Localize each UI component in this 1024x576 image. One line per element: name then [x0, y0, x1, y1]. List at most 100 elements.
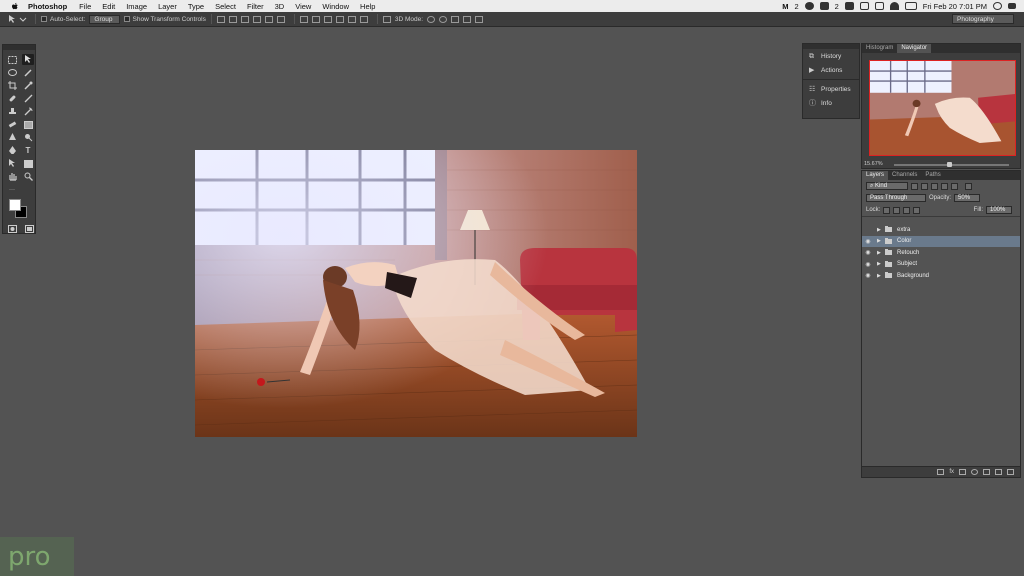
align-right-icon[interactable]	[276, 15, 285, 23]
navigator-thumbnail[interactable]	[869, 60, 1016, 156]
lock-transparent-icon[interactable]	[883, 206, 891, 214]
distribute-right-icon[interactable]	[359, 15, 368, 23]
pen-tool-icon[interactable]	[6, 145, 18, 156]
clone-stamp-tool-icon[interactable]	[6, 106, 18, 117]
expand-arrow-icon[interactable]: ▶	[877, 250, 883, 256]
distribute-hcenter-icon[interactable]	[347, 15, 356, 23]
wifi-icon[interactable]	[889, 2, 899, 10]
filter-shape-icon[interactable]	[941, 182, 948, 190]
spotlight-icon[interactable]	[993, 2, 1002, 10]
visibility-eye-icon[interactable]: ◉	[862, 270, 874, 281]
visibility-eye-icon[interactable]: ◉	[862, 236, 874, 247]
menu-layer[interactable]: Layer	[158, 2, 177, 11]
3d-rotate-icon[interactable]	[427, 15, 436, 23]
add-mask-icon[interactable]	[959, 469, 966, 475]
layer-row-color[interactable]: ◉ ▶ Color	[862, 235, 1020, 247]
menu-help[interactable]: Help	[360, 2, 375, 11]
align-hcenter-icon[interactable]	[264, 15, 273, 23]
fx-icon[interactable]: fx	[949, 469, 954, 475]
layer-row-subject[interactable]: ◉ ▶ Subject	[862, 259, 1020, 271]
move-tool-preset-icon[interactable]	[8, 14, 30, 25]
workspace-dropdown[interactable]: Photography	[952, 14, 1014, 24]
adjustment-layer-icon[interactable]	[971, 469, 978, 475]
3d-roll-icon[interactable]	[439, 15, 448, 23]
layer-row-extra[interactable]: ◉ ▶ extra	[862, 224, 1020, 236]
brush-tool-icon[interactable]	[22, 93, 34, 104]
visibility-eye-icon[interactable]: ◉	[862, 259, 874, 270]
status-m-icon[interactable]: M	[782, 2, 788, 11]
move-tool-icon[interactable]	[22, 54, 34, 65]
new-layer-icon[interactable]	[995, 469, 1002, 475]
eyedropper-tool-icon[interactable]	[22, 80, 34, 91]
menu-filter[interactable]: Filter	[247, 2, 264, 11]
navigator-zoom-slider[interactable]	[894, 162, 1009, 167]
visibility-eye-icon[interactable]: ◉	[862, 247, 874, 258]
healing-brush-tool-icon[interactable]	[6, 93, 18, 104]
path-selection-tool-icon[interactable]	[6, 158, 18, 169]
filter-toggle-icon[interactable]	[965, 182, 972, 190]
expand-arrow-icon[interactable]: ▶	[877, 261, 883, 267]
opacity-field[interactable]: 50%	[954, 194, 981, 202]
type-tool-icon[interactable]: T	[22, 145, 34, 156]
auto-select-checkbox[interactable]	[41, 16, 47, 22]
show-transform-checkbox[interactable]	[123, 16, 130, 22]
screen-mode-icon[interactable]	[24, 223, 35, 234]
expand-arrow-icon[interactable]: ▶	[877, 273, 883, 279]
filter-adjustment-icon[interactable]	[921, 182, 928, 190]
trash-icon[interactable]	[1007, 469, 1014, 475]
rectangle-tool-icon[interactable]	[22, 158, 34, 169]
tab-channels[interactable]: Channels	[888, 171, 921, 180]
quick-mask-icon[interactable]	[7, 223, 18, 234]
more-tools-icon[interactable]: ···	[6, 184, 18, 195]
fill-field[interactable]: 100%	[986, 206, 1012, 214]
navigator-zoom-value[interactable]: 15.67%	[864, 161, 883, 167]
zoom-tool-icon[interactable]	[22, 171, 34, 182]
battery-icon[interactable]	[904, 2, 917, 10]
panel-properties-button[interactable]: ☷ Properties	[803, 82, 859, 96]
hand-tool-icon[interactable]	[6, 171, 18, 182]
bell-icon[interactable]	[859, 2, 869, 10]
link-layers-icon[interactable]	[937, 469, 945, 475]
3d-scale-icon[interactable]	[475, 15, 484, 23]
navigator-zoom-knob[interactable]	[947, 162, 952, 167]
expand-arrow-icon[interactable]: ▶	[877, 227, 883, 233]
menu-window[interactable]: Window	[322, 2, 349, 11]
menu-3d[interactable]: 3D	[275, 2, 285, 11]
evernote-icon[interactable]	[844, 2, 854, 10]
lasso-tool-icon[interactable]	[6, 67, 18, 78]
distribute-left-icon[interactable]	[335, 15, 344, 23]
menu-file[interactable]: File	[79, 2, 91, 11]
new-group-icon[interactable]	[983, 469, 990, 475]
eraser-tool-icon[interactable]	[6, 119, 18, 130]
menu-view[interactable]: View	[295, 2, 311, 11]
dodge-tool-icon[interactable]	[22, 132, 34, 143]
panel-actions-button[interactable]: ▶ Actions	[803, 63, 859, 77]
3d-drag-icon[interactable]	[451, 15, 460, 23]
clock[interactable]: Fri Feb 20 7:01 PM	[923, 2, 987, 11]
distribute-top-icon[interactable]	[299, 15, 308, 23]
tab-histogram[interactable]: Histogram	[862, 44, 897, 53]
menu-type[interactable]: Type	[188, 2, 204, 11]
menu-image[interactable]: Image	[126, 2, 147, 11]
distribute-bottom-icon[interactable]	[323, 15, 332, 23]
filter-smart-object-icon[interactable]	[951, 182, 958, 190]
layer-row-background[interactable]: ◉ ▶ Background	[862, 270, 1020, 282]
document-canvas[interactable]	[195, 150, 637, 437]
lock-all-icon[interactable]	[913, 206, 921, 214]
layer-row-retouch[interactable]: ◉ ▶ Retouch	[862, 247, 1020, 259]
display-icon[interactable]	[874, 2, 884, 10]
gradient-tool-icon[interactable]	[22, 119, 34, 130]
menu-select[interactable]: Select	[215, 2, 236, 11]
align-bottom-icon[interactable]	[240, 15, 249, 23]
align-top-icon[interactable]	[216, 15, 225, 23]
lock-position-icon[interactable]	[903, 206, 911, 214]
marquee-tool-icon[interactable]	[6, 54, 18, 65]
menu-edit[interactable]: Edit	[102, 2, 115, 11]
apple-menu-icon[interactable]	[10, 1, 20, 11]
history-brush-tool-icon[interactable]	[22, 106, 34, 117]
crop-tool-icon[interactable]	[6, 80, 18, 91]
tab-layers[interactable]: Layers	[862, 171, 889, 180]
expand-arrow-icon[interactable]: ▶	[877, 238, 883, 244]
record-icon[interactable]	[804, 2, 814, 10]
auto-select-dropdown[interactable]: Group	[89, 14, 120, 24]
